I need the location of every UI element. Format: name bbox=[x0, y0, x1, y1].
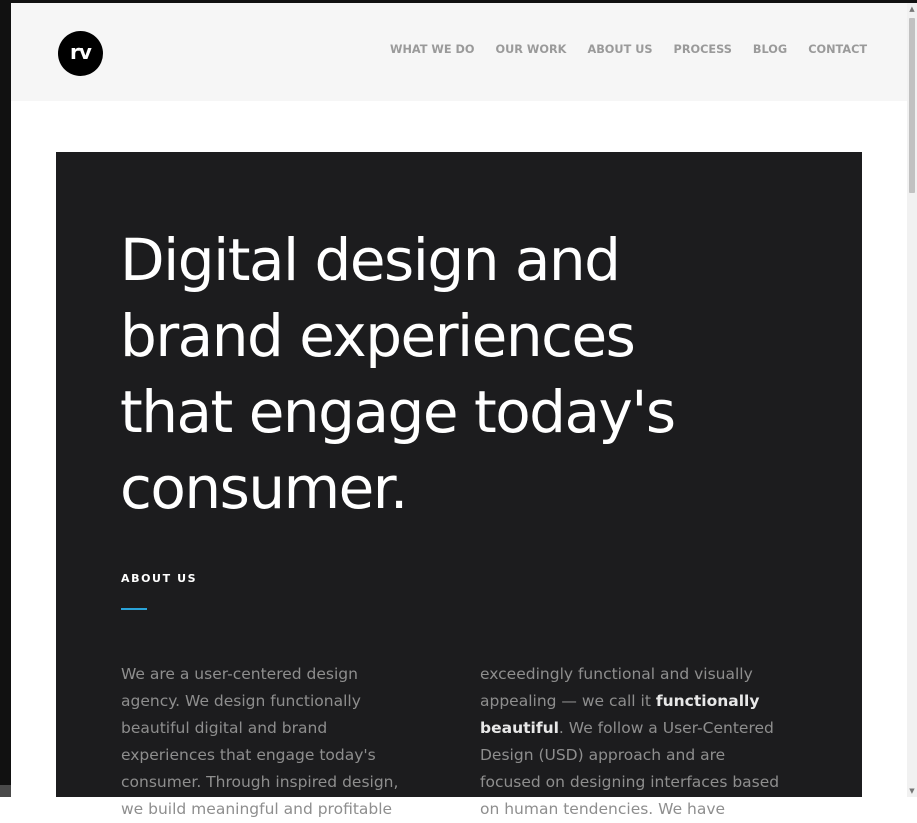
about-us-label: ABOUT US bbox=[121, 572, 198, 585]
hero-section: Digital design and brand experiences tha… bbox=[56, 152, 862, 818]
nav-about-us[interactable]: ABOUT US bbox=[587, 43, 652, 56]
hero-headline: Digital design and brand experiences tha… bbox=[120, 226, 676, 522]
about-text-column-2: exceedingly functional and visually appe… bbox=[480, 661, 780, 823]
scroll-down-arrow-icon[interactable]: ▼ bbox=[907, 785, 917, 797]
main-nav: WHAT WE DO OUR WORK ABOUT US PROCESS BLO… bbox=[390, 43, 867, 56]
window-frame-corner bbox=[0, 785, 11, 797]
window-frame-left bbox=[0, 0, 11, 797]
accent-divider bbox=[121, 608, 147, 610]
nav-blog[interactable]: BLOG bbox=[753, 43, 787, 56]
nav-our-work[interactable]: OUR WORK bbox=[496, 43, 567, 56]
nav-process[interactable]: PROCESS bbox=[674, 43, 732, 56]
about-text-column-1: We are a user-centered design agency. We… bbox=[121, 664, 399, 818]
logo[interactable]: rv bbox=[58, 31, 103, 76]
scrollbar-thumb[interactable] bbox=[909, 18, 915, 193]
site-header: rv WHAT WE DO OUR WORK ABOUT US PROCESS … bbox=[11, 3, 907, 101]
scroll-up-arrow-icon[interactable]: ▲ bbox=[907, 3, 917, 15]
nav-contact[interactable]: CONTACT bbox=[808, 43, 867, 56]
logo-text: rv bbox=[70, 40, 92, 64]
nav-what-we-do[interactable]: WHAT WE DO bbox=[390, 43, 475, 56]
